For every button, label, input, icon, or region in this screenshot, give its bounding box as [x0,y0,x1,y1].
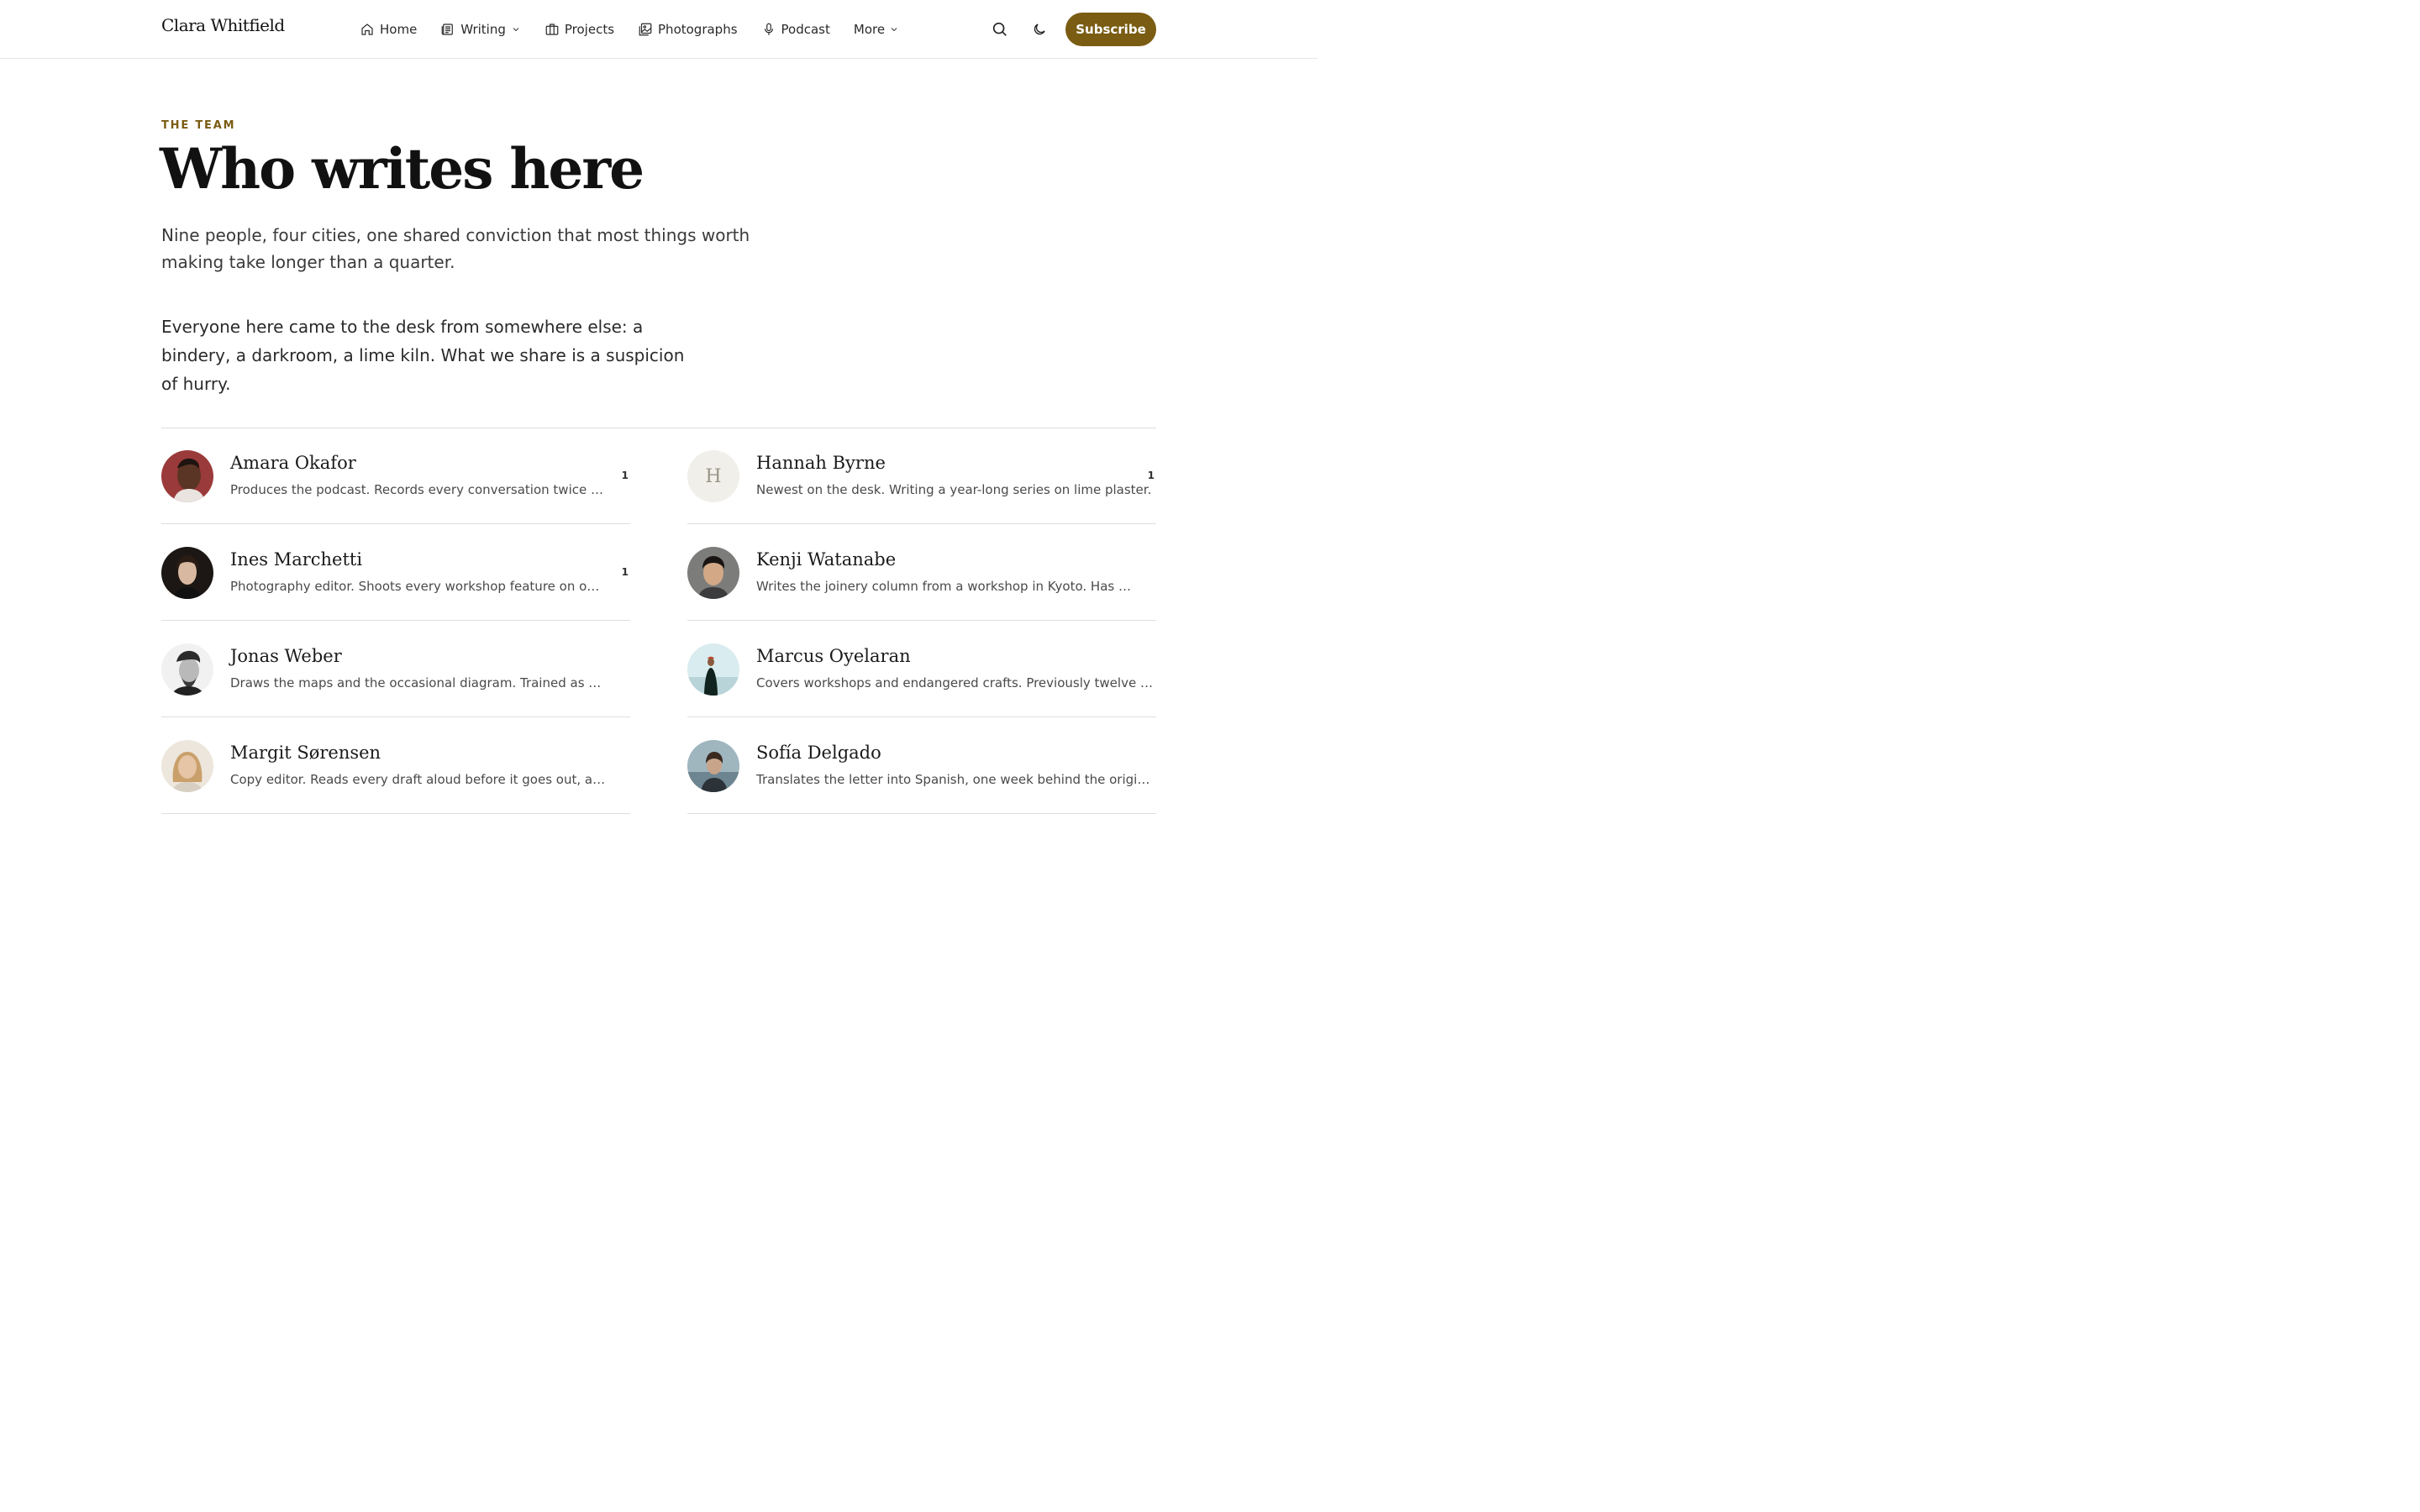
member-name: Sofía Delgado [756,743,881,763]
nav-podcast[interactable]: Podcast [761,22,830,37]
team-member-card[interactable]: Kenji Watanabe Writes the joinery column… [687,524,1156,621]
theme-toggle-button[interactable] [1028,18,1050,40]
nav-more-label: More [853,22,886,37]
page-intro: Everyone here came to the desk from some… [161,317,685,394]
member-bio: Copy editor. Reads every draft aloud bef… [230,772,607,787]
nav-projects-label: Projects [564,22,615,37]
member-name: Ines Marchetti [230,549,363,570]
team-member-card[interactable]: Amara Okafor Produces the podcast. Recor… [161,428,630,524]
post-count-badge: 1 [1147,470,1155,481]
avatar [161,643,213,696]
team-member-card[interactable]: Margit Sørensen Copy editor. Reads every… [161,717,630,814]
avatar [161,740,213,792]
member-name: Kenji Watanabe [756,549,897,570]
nav-writing[interactable]: Writing [440,22,521,37]
member-bio: Newest on the desk. Writing a year-long … [756,482,1152,497]
avatar [687,547,739,599]
site-brand[interactable]: Clara Whitfield [161,15,285,35]
avatar: H [687,450,739,502]
newspaper-icon [441,24,454,35]
post-count-badge: 1 [621,566,629,578]
subscribe-button[interactable]: Subscribe [1065,13,1156,46]
member-name: Amara Okafor [230,453,356,473]
nav-photographs[interactable]: Photographs [638,22,738,37]
member-name: Marcus Oyelaran [756,646,911,666]
chevron-down-icon [891,28,897,32]
nav-photographs-label: Photographs [658,22,738,37]
page-lede: Nine people, four cities, one shared con… [161,225,750,272]
member-bio: Produces the podcast. Records every conv… [230,482,607,497]
nav-home-label: Home [380,22,418,37]
team-member-card[interactable]: Jonas Weber Draws the maps and the occas… [161,621,630,717]
avatar [161,547,213,599]
member-bio: Photography editor. Shoots every worksho… [230,579,607,594]
member-name: Margit Sørensen [230,743,381,763]
nav-podcast-label: Podcast [781,22,830,37]
site-header: Clara Whitfield Home Writing Projects Ph… [0,0,1318,59]
member-bio: Draws the maps and the occasional diagra… [230,675,607,690]
team-member-card[interactable]: Ines Marchetti Photography editor. Shoot… [161,524,630,621]
main-nav: Home Writing Projects Photographs Podcas… [360,18,923,40]
post-count-badge: 1 [621,470,629,481]
nav-more[interactable]: More [854,22,899,37]
team-member-card[interactable]: Sofía Delgado Translates the letter into… [687,717,1156,814]
image-icon [639,23,652,36]
search-button[interactable] [989,18,1011,40]
section-eyebrow: THE TEAM [161,119,236,132]
home-icon [361,24,373,35]
member-bio: Writes the joinery column from a worksho… [756,579,1133,594]
avatar [161,450,213,502]
microphone-icon [764,23,773,35]
member-name: Jonas Weber [230,646,342,666]
member-bio: Translates the letter into Spanish, one … [756,772,1156,787]
team-member-card[interactable]: Marcus Oyelaran Covers workshops and end… [687,621,1156,717]
moon-icon [1034,24,1045,35]
member-name: Hannah Byrne [756,453,886,473]
briefcase-icon [545,24,559,35]
search-icon [992,22,1007,36]
team-member-card[interactable]: H Hannah Byrne Newest on the desk. Writi… [687,428,1156,524]
member-bio: Covers workshops and endangered crafts. … [756,675,1156,690]
nav-home[interactable]: Home [360,22,417,37]
nav-projects[interactable]: Projects [544,22,614,37]
page-title: Who writes here [160,136,644,202]
chevron-down-icon [513,28,519,32]
nav-writing-label: Writing [460,22,506,37]
avatar [687,643,739,696]
avatar [687,740,739,792]
